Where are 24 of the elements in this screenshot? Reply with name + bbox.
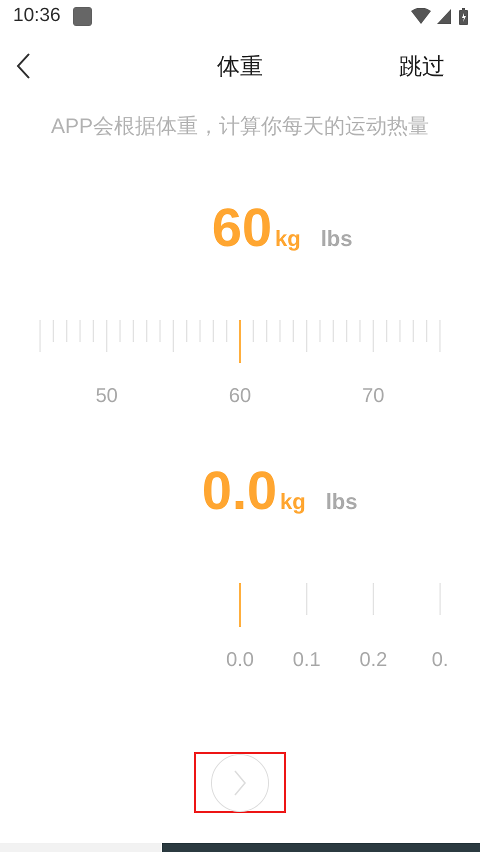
unit-toggle[interactable]: lbs xyxy=(320,226,352,252)
weight-value: 60 xyxy=(212,197,272,259)
wifi-icon xyxy=(411,8,431,24)
scale-label: 0.2 xyxy=(360,649,388,671)
scale-label: 0.1 xyxy=(292,649,321,671)
skip-button[interactable]: 跳过 xyxy=(399,50,445,82)
page-title: 体重 xyxy=(217,52,263,78)
unit-toggle[interactable]: kg xyxy=(275,226,301,252)
scale-label: 0. xyxy=(432,649,448,671)
scale-label: 50 xyxy=(96,385,118,407)
unit-toggle[interactable]: kg xyxy=(280,489,306,515)
subtitle: APP会根据体重，计算你每天的运动热量 xyxy=(50,115,430,138)
status-time: 10:36 xyxy=(13,5,61,27)
notification-icon xyxy=(72,6,92,26)
scale-label: 0.0 xyxy=(226,649,254,671)
scale-label: 70 xyxy=(362,385,384,407)
signal-icon xyxy=(437,8,451,24)
ruler-scale[interactable] xyxy=(306,583,441,615)
ruler-scale[interactable] xyxy=(39,320,441,352)
chevron-right-icon xyxy=(233,770,247,796)
unit-toggle[interactable]: lbs xyxy=(326,489,358,515)
weight-value: 0.0 xyxy=(202,460,277,522)
scale-label: 60 xyxy=(228,385,252,407)
battery-icon xyxy=(459,8,468,24)
